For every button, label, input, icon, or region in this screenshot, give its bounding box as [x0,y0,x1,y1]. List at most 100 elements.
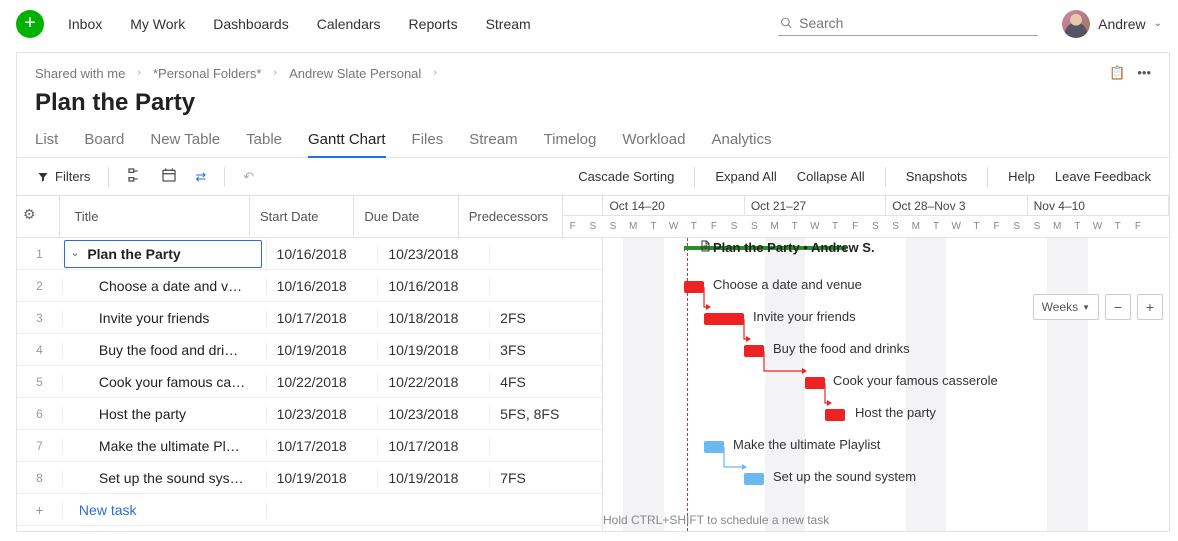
cell-start[interactable]: 10/23/2018 [267,406,379,422]
nav-mywork[interactable]: My Work [130,16,185,32]
add-row-icon[interactable]: + [17,502,63,518]
zoom-in-button[interactable]: + [1137,294,1163,320]
nav-inbox[interactable]: Inbox [68,16,102,32]
cell-pred[interactable]: 5FS, 8FS [490,406,602,422]
caret-down-icon[interactable]: ⌄ [71,248,79,259]
zoom-select[interactable]: Weeks ▼ [1033,294,1099,320]
expand-all-button[interactable]: Expand All [715,169,776,184]
cell-pred[interactable]: 2FS [490,310,602,326]
cell-due[interactable]: 10/23/2018 [378,406,490,422]
nav-dashboards[interactable]: Dashboards [213,16,289,32]
filters-button[interactable]: Filters [37,169,90,184]
cell-pred[interactable]: 3FS [490,342,602,358]
tab-table[interactable]: Table [246,131,282,157]
search-box[interactable] [778,11,1038,36]
table-row[interactable]: 5Cook your famous ca…10/22/201810/22/201… [17,366,602,398]
new-task-link[interactable]: New task [63,502,267,518]
day-cell: S [1007,216,1027,238]
tab-list[interactable]: List [35,131,58,157]
dependency-icon[interactable]: ⇄ [195,169,206,185]
day-cell: F [987,216,1007,238]
gantt-bar[interactable] [825,409,845,421]
table-row[interactable]: 4Buy the food and dri…10/19/201810/19/20… [17,334,602,366]
tab-timelog[interactable]: Timelog [544,131,597,157]
gantt-bar-label: Set up the sound system [773,469,916,484]
row-number: 2 [17,279,63,293]
zoom-label: Weeks [1042,300,1078,314]
cell-start[interactable]: 10/16/2018 [267,246,379,262]
col-predecessors[interactable]: Predecessors [459,196,563,237]
table-row[interactable]: 8Set up the sound sys…10/19/201810/19/20… [17,462,602,494]
gantt-bar[interactable] [704,313,744,325]
tab-newtable[interactable]: New Table [150,131,220,157]
table-row[interactable]: 2Choose a date and v…10/16/201810/16/201… [17,270,602,302]
feedback-button[interactable]: Leave Feedback [1055,169,1151,184]
task-title[interactable]: Host the party [63,406,267,422]
table-row[interactable]: 3Invite your friends10/17/201810/18/2018… [17,302,602,334]
nav-stream[interactable]: Stream [486,16,531,32]
user-menu[interactable]: Andrew ⌄ [1062,10,1162,38]
divider [885,167,886,187]
cell-due[interactable]: 10/16/2018 [378,278,490,294]
collapse-all-button[interactable]: Collapse All [797,169,865,184]
row-number: 5 [17,375,63,389]
cell-start[interactable]: 10/19/2018 [267,470,379,486]
gantt-bar[interactable] [684,281,704,293]
task-title[interactable]: Cook your famous ca… [63,374,267,390]
help-button[interactable]: Help [1008,169,1035,184]
crumb-andrew[interactable]: Andrew Slate Personal [289,66,421,81]
cell-start[interactable]: 10/16/2018 [267,278,379,294]
col-start[interactable]: Start Date [250,196,354,237]
tab-gantt[interactable]: Gantt Chart [308,131,386,158]
gantt-canvas[interactable]: Plan the Party • Andrew S. Choose a date… [603,238,1169,531]
cell-due[interactable]: 10/22/2018 [378,374,490,390]
add-button[interactable]: + [16,10,44,38]
calendar-icon[interactable] [161,167,177,186]
expand-tree-icon[interactable] [127,167,143,186]
task-title[interactable]: Choose a date and v… [63,278,267,294]
task-title[interactable]: Buy the food and dri… [63,342,267,358]
crumb-shared[interactable]: Shared with me [35,66,125,81]
cell-due[interactable]: 10/17/2018 [378,438,490,454]
task-title[interactable]: Make the ultimate Pl… [63,438,267,454]
title-cell[interactable]: ⌄Plan the Party [64,240,262,268]
task-title[interactable]: Set up the sound sys… [63,470,267,486]
gantt-bar[interactable] [744,473,764,485]
col-title[interactable]: Title [60,196,250,237]
tab-workload[interactable]: Workload [622,131,685,157]
cell-start[interactable]: 10/19/2018 [267,342,379,358]
cell-start[interactable]: 10/22/2018 [267,374,379,390]
task-title[interactable]: Invite your friends [63,310,267,326]
cell-start[interactable]: 10/17/2018 [267,438,379,454]
top-bar: + Inbox My Work Dashboards Calendars Rep… [0,0,1178,48]
snapshots-button[interactable]: Snapshots [906,169,967,184]
gantt-bar[interactable] [704,441,724,453]
cell-due[interactable]: 10/23/2018 [378,246,490,262]
tab-files[interactable]: Files [412,131,444,157]
cell-due[interactable]: 10/18/2018 [378,310,490,326]
col-due[interactable]: Due Date [354,196,458,237]
tab-stream[interactable]: Stream [469,131,517,157]
cell-due[interactable]: 10/19/2018 [378,342,490,358]
cell-pred[interactable]: 7FS [490,470,602,486]
cell-due[interactable]: 10/19/2018 [378,470,490,486]
table-row[interactable]: 1⌄Plan the Party10/16/201810/23/2018 [17,238,602,270]
cell-start[interactable]: 10/17/2018 [267,310,379,326]
zoom-out-button[interactable]: − [1105,294,1131,320]
nav-calendars[interactable]: Calendars [317,16,381,32]
undo-icon[interactable]: ↶ [243,169,254,185]
tab-board[interactable]: Board [84,131,124,157]
crumb-personal-folders[interactable]: *Personal Folders* [153,66,261,81]
gantt-bar[interactable] [805,377,825,389]
clipboard-icon[interactable]: 📋 [1109,65,1125,81]
search-input[interactable] [799,15,1036,31]
nav-reports[interactable]: Reports [409,16,458,32]
table-row[interactable]: 7Make the ultimate Pl…10/17/201810/17/20… [17,430,602,462]
gantt-bar[interactable] [744,345,764,357]
more-icon[interactable]: ••• [1137,65,1151,81]
tab-analytics[interactable]: Analytics [711,131,771,157]
table-row[interactable]: 6Host the party10/23/201810/23/20185FS, … [17,398,602,430]
cell-pred[interactable]: 4FS [490,374,602,390]
gear-icon[interactable]: ⚙ [23,206,36,223]
cascade-sorting-button[interactable]: Cascade Sorting [578,169,674,184]
